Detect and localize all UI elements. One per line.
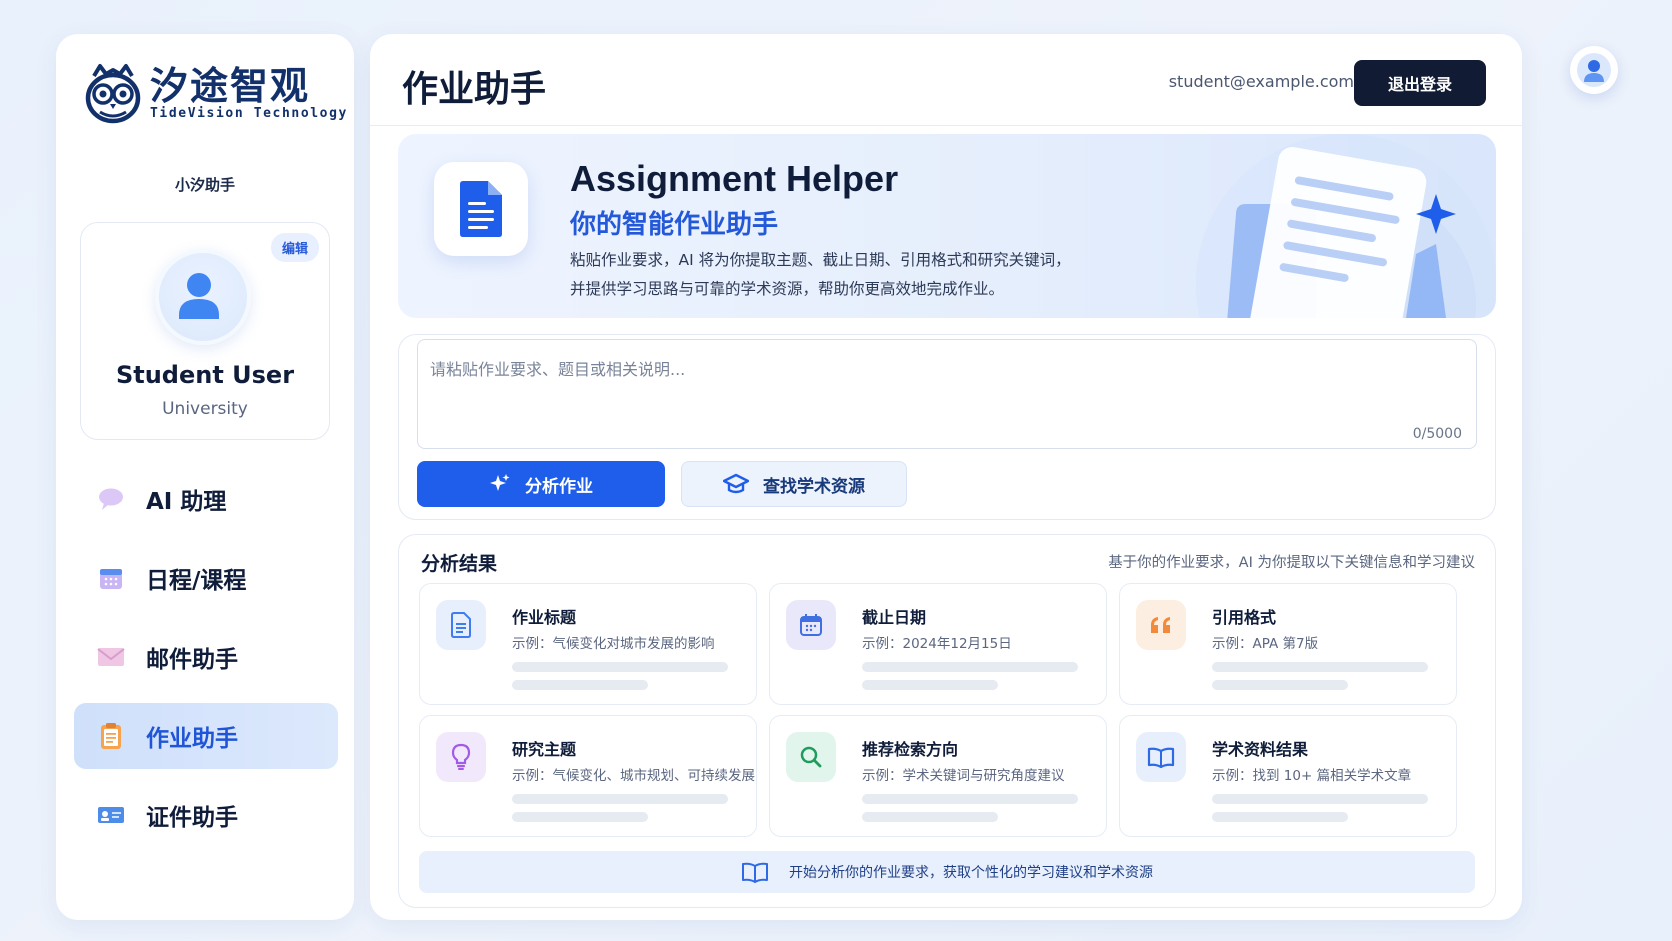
- analyze-button-label: 分析作业: [525, 476, 593, 497]
- page-header: 作业助手 student@example.com 退出登录: [370, 34, 1522, 126]
- skeleton-line: [512, 794, 728, 804]
- skeleton-line: [1212, 662, 1428, 672]
- document-icon: [434, 162, 528, 256]
- card-example: 示例：气候变化对城市发展的影响: [512, 636, 715, 652]
- calendar-icon: [786, 600, 836, 650]
- envelope-icon: [96, 642, 126, 672]
- brand-name-cn: 汐途智观: [150, 63, 311, 108]
- user-avatar-button[interactable]: [1570, 46, 1618, 94]
- assignment-textarea[interactable]: 请粘贴作业要求、题目或相关说明... 0/5000: [417, 339, 1477, 449]
- results-hint: 基于你的作业要求，AI 为你提取以下关键信息和学习建议: [1108, 555, 1475, 571]
- sidebar-item-label: 证件助手: [146, 805, 238, 831]
- sparkle-icon: [490, 474, 510, 491]
- quote-icon: [1136, 600, 1186, 650]
- textarea-placeholder: 请粘贴作业要求、题目或相关说明...: [430, 360, 686, 379]
- result-card-title[interactable]: 作业标题 示例：气候变化对城市发展的影响: [419, 583, 757, 705]
- skeleton-line: [1212, 812, 1348, 822]
- sidebar-item-schedule[interactable]: 日程/课程: [74, 545, 338, 611]
- skeleton-line: [862, 794, 1078, 804]
- card-example: 示例：APA 第7版: [1212, 636, 1319, 652]
- result-card-search[interactable]: 推荐检索方向 示例：学术关键词与研究角度建议: [769, 715, 1107, 837]
- start-analysis-tip: 开始分析你的作业要求，获取个性化的学习建议和学术资源: [419, 851, 1475, 893]
- skeleton-line: [1212, 680, 1348, 690]
- find-resources-label: 查找学术资源: [763, 476, 865, 497]
- skeleton-line: [862, 680, 998, 690]
- character-count: 0/5000: [1412, 426, 1462, 442]
- brand-name-en: TideVision Technology: [150, 105, 348, 121]
- edit-profile-button[interactable]: 编辑: [270, 233, 319, 262]
- find-resources-button[interactable]: 查找学术资源: [681, 461, 907, 507]
- page-title: 作业助手: [402, 69, 547, 110]
- skeleton-line: [1212, 794, 1428, 804]
- assignment-input-card: 请粘贴作业要求、题目或相关说明... 0/5000 分析作业 查找学术资源: [398, 334, 1496, 520]
- hero-banner: Assignment Helper 你的智能作业助手 粘贴作业要求，AI 将为你…: [398, 134, 1496, 318]
- profile-organization: University: [162, 399, 248, 419]
- sidebar-nav: AI 助理 日程/课程 邮件助手 作业助手 证件助手: [74, 466, 338, 861]
- skeleton-line: [862, 812, 998, 822]
- documents-illustration-icon: [1196, 134, 1496, 318]
- result-card-resources[interactable]: 学术资料结果 示例：找到 10+ 篇相关学术文章: [1119, 715, 1457, 837]
- result-card-topic[interactable]: 研究主题 示例：气候变化、城市规划、可持续发展: [419, 715, 757, 837]
- main-panel: 作业助手 student@example.com 退出登录 Assignment…: [370, 34, 1522, 920]
- analyze-button[interactable]: 分析作业: [417, 461, 665, 507]
- calendar-icon: [96, 563, 126, 593]
- avatar[interactable]: [155, 249, 251, 345]
- card-example: 示例：学术关键词与研究角度建议: [862, 768, 1065, 784]
- profile-card: 编辑 Student User University: [80, 222, 330, 440]
- card-example: 示例：2024年12月15日: [862, 636, 1012, 652]
- sidebar: 汐途智观 TideVision Technology 小汐助手 编辑 Stude…: [56, 34, 354, 920]
- brand-logo[interactable]: 汐途智观 TideVision Technology: [84, 62, 348, 124]
- card-title: 作业标题: [512, 608, 577, 627]
- owl-logo-icon: [85, 64, 141, 124]
- book-icon: [1136, 732, 1186, 782]
- sidebar-item-label: 邮件助手: [146, 647, 238, 673]
- graduation-cap-icon: [723, 473, 749, 494]
- chat-bubble-icon: [96, 484, 126, 514]
- sidebar-item-id-document[interactable]: 证件助手: [74, 782, 338, 848]
- skeleton-line: [862, 662, 1078, 672]
- user-icon: [179, 273, 219, 319]
- card-title: 推荐检索方向: [862, 740, 959, 759]
- lightbulb-icon: [436, 732, 486, 782]
- card-example: 示例：气候变化、城市规划、可持续发展: [512, 768, 755, 784]
- logout-button[interactable]: 退出登录: [1354, 60, 1486, 106]
- hero-description: 粘贴作业要求，AI 将为你提取主题、截止日期、引用格式和研究关键词， 并提供学习…: [570, 246, 1130, 304]
- sidebar-item-assignment[interactable]: 作业助手: [74, 703, 338, 769]
- skeleton-line: [512, 680, 648, 690]
- card-title: 学术资料结果: [1212, 740, 1309, 759]
- hero-subtitle: 你的智能作业助手: [570, 210, 779, 240]
- card-example: 示例：找到 10+ 篇相关学术文章: [1212, 768, 1412, 784]
- hero-title: Assignment Helper: [570, 158, 899, 199]
- assistant-name: 小汐助手: [174, 176, 235, 194]
- tip-text: 开始分析你的作业要求，获取个性化的学习建议和学术资源: [789, 865, 1153, 881]
- card-title: 截止日期: [862, 608, 927, 627]
- results-title: 分析结果: [421, 553, 498, 575]
- hero-description-line: 粘贴作业要求，AI 将为你提取主题、截止日期、引用格式和研究关键词，: [570, 251, 1071, 269]
- clipboard-icon: [96, 721, 126, 751]
- analysis-results: 分析结果 基于你的作业要求，AI 为你提取以下关键信息和学习建议 作业标题 示例…: [398, 534, 1496, 908]
- user-icon: [1577, 53, 1611, 87]
- skeleton-line: [512, 812, 648, 822]
- result-card-citation[interactable]: 引用格式 示例：APA 第7版: [1119, 583, 1457, 705]
- id-card-icon: [96, 800, 126, 830]
- result-card-deadline[interactable]: 截止日期 示例：2024年12月15日: [769, 583, 1107, 705]
- hero-description-line: 并提供学习思路与可靠的学术资源，帮助你更高效地完成作业。: [570, 280, 1005, 298]
- skeleton-line: [512, 662, 728, 672]
- sidebar-item-ai-assistant[interactable]: AI 助理: [74, 466, 338, 532]
- profile-name: Student User: [115, 361, 295, 389]
- sidebar-item-email[interactable]: 邮件助手: [74, 624, 338, 690]
- card-title: 研究主题: [512, 740, 577, 759]
- sidebar-item-label: 日程/课程: [146, 568, 247, 594]
- user-email: student@example.com: [1168, 72, 1354, 91]
- book-icon: [742, 862, 768, 883]
- sidebar-item-label: AI 助理: [146, 489, 227, 515]
- document-icon: [436, 600, 486, 650]
- card-title: 引用格式: [1212, 608, 1277, 627]
- search-icon: [786, 732, 836, 782]
- sidebar-item-label: 作业助手: [146, 726, 238, 752]
